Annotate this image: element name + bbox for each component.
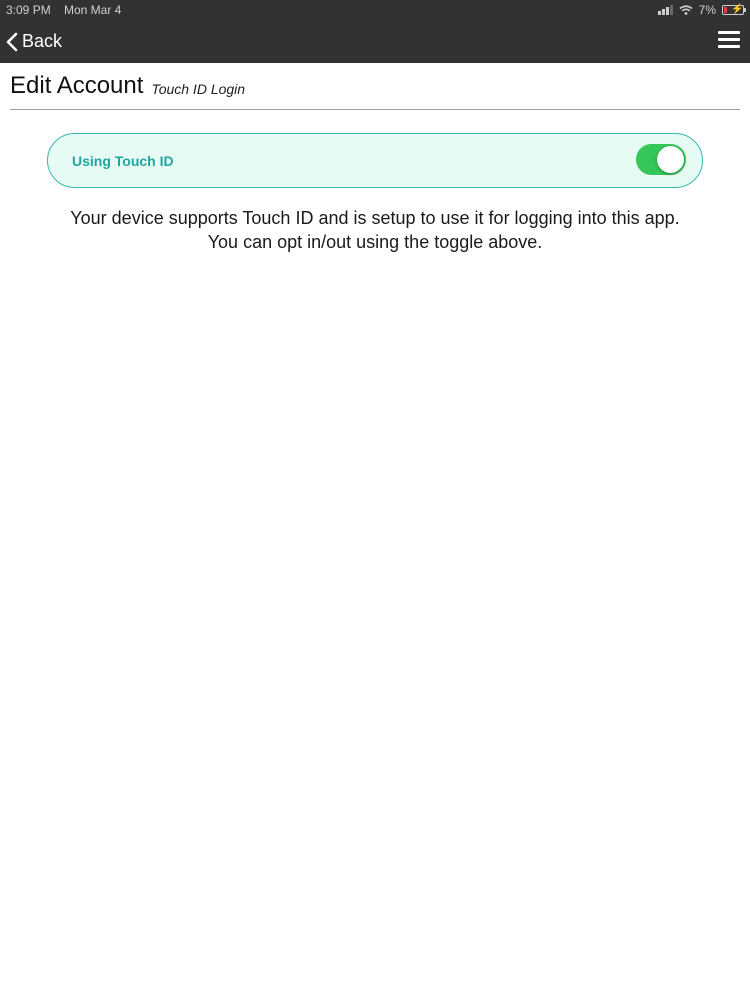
status-time: 3:09 PM	[6, 3, 51, 17]
touch-id-info-text: Your device supports Touch ID and is set…	[10, 206, 740, 254]
chevron-left-icon	[6, 32, 18, 51]
back-button[interactable]: Back	[6, 20, 62, 63]
touch-id-toggle-card: Using Touch ID	[47, 133, 703, 188]
status-right-group: 7% ⚡	[657, 0, 746, 20]
info-line-2: You can opt in/out using the toggle abov…	[207, 232, 543, 252]
info-line-1: Your device supports Touch ID and is set…	[70, 208, 680, 228]
battery-percent: 7%	[698, 3, 716, 17]
hamburger-menu-icon[interactable]	[718, 31, 740, 51]
battery-icon: ⚡	[722, 4, 746, 15]
status-bar: 3:09 PM Mon Mar 4 7% ⚡	[0, 0, 750, 20]
status-date: Mon Mar 4	[64, 3, 122, 17]
switch-knob	[657, 146, 684, 173]
touch-id-label: Using Touch ID	[72, 153, 174, 169]
wifi-icon	[679, 5, 693, 15]
back-label: Back	[22, 31, 63, 51]
page-header: Edit Account Touch ID Login	[10, 63, 740, 110]
signal-icon	[657, 5, 673, 15]
page-subtitle: Touch ID Login	[151, 81, 246, 97]
touch-id-switch[interactable]	[636, 144, 686, 175]
navigation-bar: Back	[0, 20, 750, 63]
page-title: Edit Account	[10, 72, 144, 99]
